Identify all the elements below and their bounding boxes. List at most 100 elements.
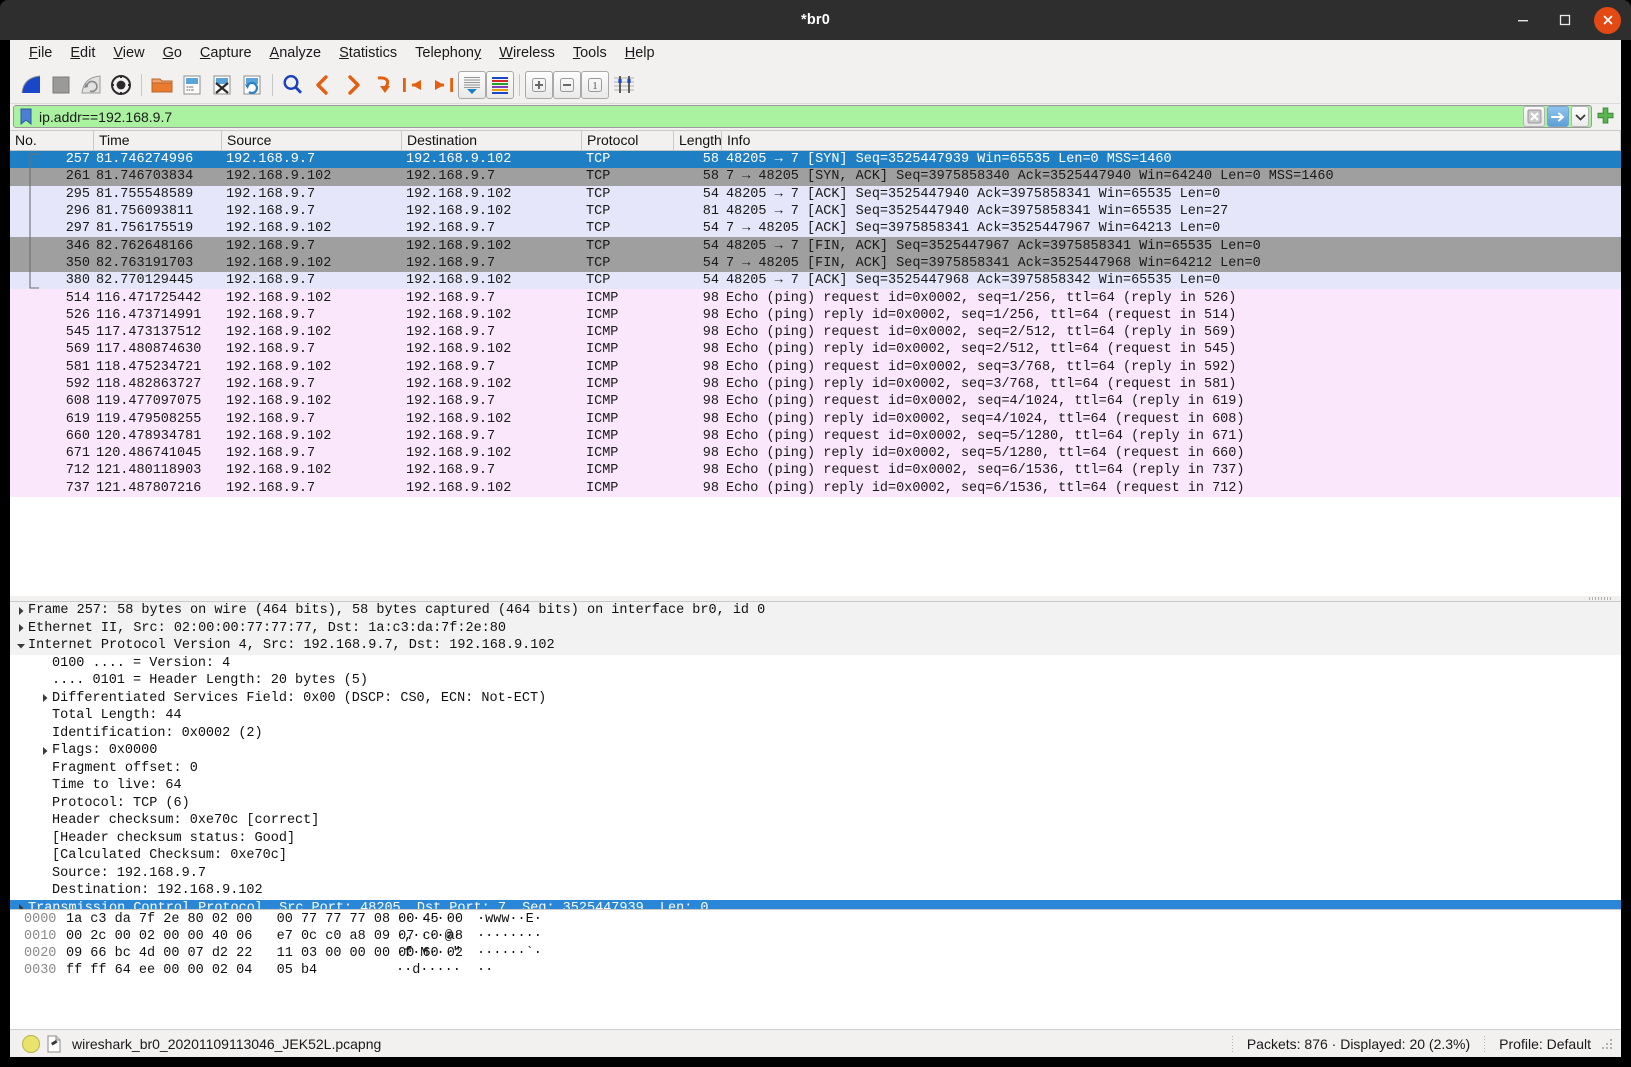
packet-list-pane[interactable]: No. Time Source Destination Protocol Len… [10,130,1621,596]
packet-bytes-pane[interactable]: 00001a c3 da 7f 2e 80 02 00 00 77 77 77 … [10,909,1621,1029]
menu-file[interactable]: File [20,43,61,63]
table-row[interactable]: 29681.756093811192.168.9.7192.168.9.102T… [10,203,1621,220]
chevron-right-icon[interactable] [38,746,52,756]
table-row[interactable]: 581118.475234721192.168.9.102192.168.9.7… [10,359,1621,376]
add-filter-button-icon[interactable] [1592,105,1618,128]
maximize-icon[interactable] [1552,7,1578,33]
chevron-right-icon[interactable] [14,606,28,616]
detail-tree-item[interactable]: Total Length: 44 [10,707,1621,725]
column-header-no[interactable]: No. [10,131,94,150]
close-file-icon[interactable] [207,70,237,100]
menu-statistics[interactable]: Statistics [330,43,406,63]
reload-file-icon[interactable] [237,70,267,100]
menu-view[interactable]: View [104,43,153,63]
clear-filter-icon[interactable] [1523,106,1545,127]
go-forward-icon[interactable] [338,70,368,100]
table-row[interactable]: 737121.487807216192.168.9.7192.168.9.102… [10,480,1621,497]
detail-tree-item[interactable]: .... 0101 = Header Length: 20 bytes (5) [10,672,1621,690]
detail-tree-item[interactable]: Time to live: 64 [10,777,1621,795]
hex-dump-row[interactable]: 002009 66 bc 4d 00 07 d2 22 11 03 00 00 … [10,945,1621,962]
profile-label[interactable]: Profile: Default [1499,1036,1591,1052]
column-header-length[interactable]: Length [674,131,722,150]
bookmark-icon[interactable] [18,108,34,125]
expert-info-icon[interactable] [22,1035,40,1053]
apply-filter-icon[interactable] [1547,106,1569,127]
detail-tree-item[interactable]: Ethernet II, Src: 02:00:00:77:77:77, Dst… [10,620,1621,638]
detail-tree-item[interactable]: Transmission Control Protocol, Src Port:… [10,900,1621,910]
go-to-packet-icon[interactable] [368,70,398,100]
table-row[interactable]: 608119.477097075192.168.9.102192.168.9.7… [10,393,1621,410]
resize-columns-icon[interactable] [609,70,639,100]
close-icon[interactable] [1594,7,1621,34]
table-row[interactable]: 545117.473137512192.168.9.102192.168.9.7… [10,324,1621,341]
zoom-in-icon[interactable] [525,71,553,99]
detail-tree-item[interactable]: Fragment offset: 0 [10,760,1621,778]
open-file-icon[interactable] [147,70,177,100]
zoom-reset-icon[interactable]: 1 [581,71,609,99]
capture-options-icon[interactable] [106,70,136,100]
stop-capture-icon[interactable] [46,70,76,100]
table-row[interactable]: 29781.756175519192.168.9.102192.168.9.7T… [10,220,1621,237]
table-row[interactable]: 514116.471725442192.168.9.102192.168.9.7… [10,289,1621,306]
menu-go[interactable]: Go [154,43,191,63]
hex-dump-row[interactable]: 001000 2c 00 02 00 00 40 06 e7 0c c0 a8 … [10,928,1621,945]
hex-dump-row[interactable]: 00001a c3 da 7f 2e 80 02 00 00 77 77 77 … [10,911,1621,928]
hex-dump-row[interactable]: 0030ff ff 64 ee 00 00 02 04 05 b4··d····… [10,962,1621,979]
table-row[interactable]: 526116.473714991192.168.9.7192.168.9.102… [10,307,1621,324]
column-header-time[interactable]: Time [94,131,222,150]
table-row[interactable]: 25781.746274996192.168.9.7192.168.9.102T… [10,151,1621,168]
menu-help[interactable]: Help [616,43,664,63]
restart-capture-icon[interactable] [76,70,106,100]
table-row[interactable]: 592118.482863727192.168.9.7192.168.9.102… [10,376,1621,393]
display-filter-input[interactable]: ip.addr==192.168.9.7 [13,105,1592,128]
chevron-right-icon[interactable] [38,693,52,703]
resize-grip[interactable] [1601,1037,1615,1051]
table-row[interactable]: 671120.486741045192.168.9.7192.168.9.102… [10,445,1621,462]
menu-tools[interactable]: Tools [564,43,616,63]
table-row[interactable]: 38082.770129445192.168.9.7192.168.9.102T… [10,272,1621,289]
column-header-info[interactable]: Info [722,131,1621,150]
detail-tree-item[interactable]: Source: 192.168.9.7 [10,865,1621,883]
table-row[interactable]: 29581.755548589192.168.9.7192.168.9.102T… [10,186,1621,203]
column-header-source[interactable]: Source [222,131,402,150]
table-row[interactable]: 712121.480118903192.168.9.102192.168.9.7… [10,462,1621,479]
packet-details-pane[interactable]: Frame 257: 58 bytes on wire (464 bits), … [10,601,1621,909]
save-file-icon[interactable]: 01010110 [177,70,207,100]
table-row[interactable]: 35082.763191703192.168.9.102192.168.9.7T… [10,255,1621,272]
start-capture-icon[interactable] [16,70,46,100]
menu-telephony[interactable]: Telephony [406,43,490,63]
column-header-destination[interactable]: Destination [402,131,582,150]
go-to-last-packet-icon[interactable] [428,70,458,100]
detail-tree-item[interactable]: Destination: 192.168.9.102 [10,882,1621,900]
table-row[interactable]: 569117.480874630192.168.9.7192.168.9.102… [10,341,1621,358]
display-filter-value[interactable]: ip.addr==192.168.9.7 [39,109,1521,125]
minimize-icon[interactable] [1510,7,1536,33]
auto-scroll-icon[interactable] [458,71,486,99]
find-packet-icon[interactable] [278,70,308,100]
zoom-out-icon[interactable] [553,71,581,99]
go-back-icon[interactable] [308,70,338,100]
table-row[interactable]: 26181.746703834192.168.9.102192.168.9.7T… [10,168,1621,185]
menu-analyze[interactable]: Analyze [261,43,331,63]
menu-capture[interactable]: Capture [191,43,261,63]
detail-tree-item[interactable]: Frame 257: 58 bytes on wire (464 bits), … [10,602,1621,620]
filter-history-icon[interactable] [1571,106,1589,127]
detail-tree-item[interactable]: 0100 .... = Version: 4 [10,655,1621,673]
colorize-icon[interactable] [486,71,514,99]
go-to-first-packet-icon[interactable] [398,70,428,100]
menu-edit[interactable]: Edit [61,43,104,63]
table-row[interactable]: 34682.762648166192.168.9.7192.168.9.102T… [10,237,1621,254]
chevron-down-icon[interactable] [14,642,28,650]
table-row[interactable]: 660120.478934781192.168.9.102192.168.9.7… [10,428,1621,445]
column-header-protocol[interactable]: Protocol [582,131,674,150]
detail-tree-item[interactable]: Differentiated Services Field: 0x00 (DSC… [10,690,1621,708]
detail-tree-item[interactable]: [Header checksum status: Good] [10,830,1621,848]
menu-wireless[interactable]: Wireless [490,43,564,63]
table-row[interactable]: 619119.479508255192.168.9.7192.168.9.102… [10,410,1621,427]
detail-tree-item[interactable]: [Calculated Checksum: 0xe70c] [10,847,1621,865]
detail-tree-item[interactable]: Flags: 0x0000 [10,742,1621,760]
detail-tree-item[interactable]: Protocol: TCP (6) [10,795,1621,813]
detail-tree-item[interactable]: Internet Protocol Version 4, Src: 192.16… [10,637,1621,655]
packet-list-rows[interactable]: 25781.746274996192.168.9.7192.168.9.102T… [10,151,1621,596]
chevron-right-icon[interactable] [14,623,28,633]
